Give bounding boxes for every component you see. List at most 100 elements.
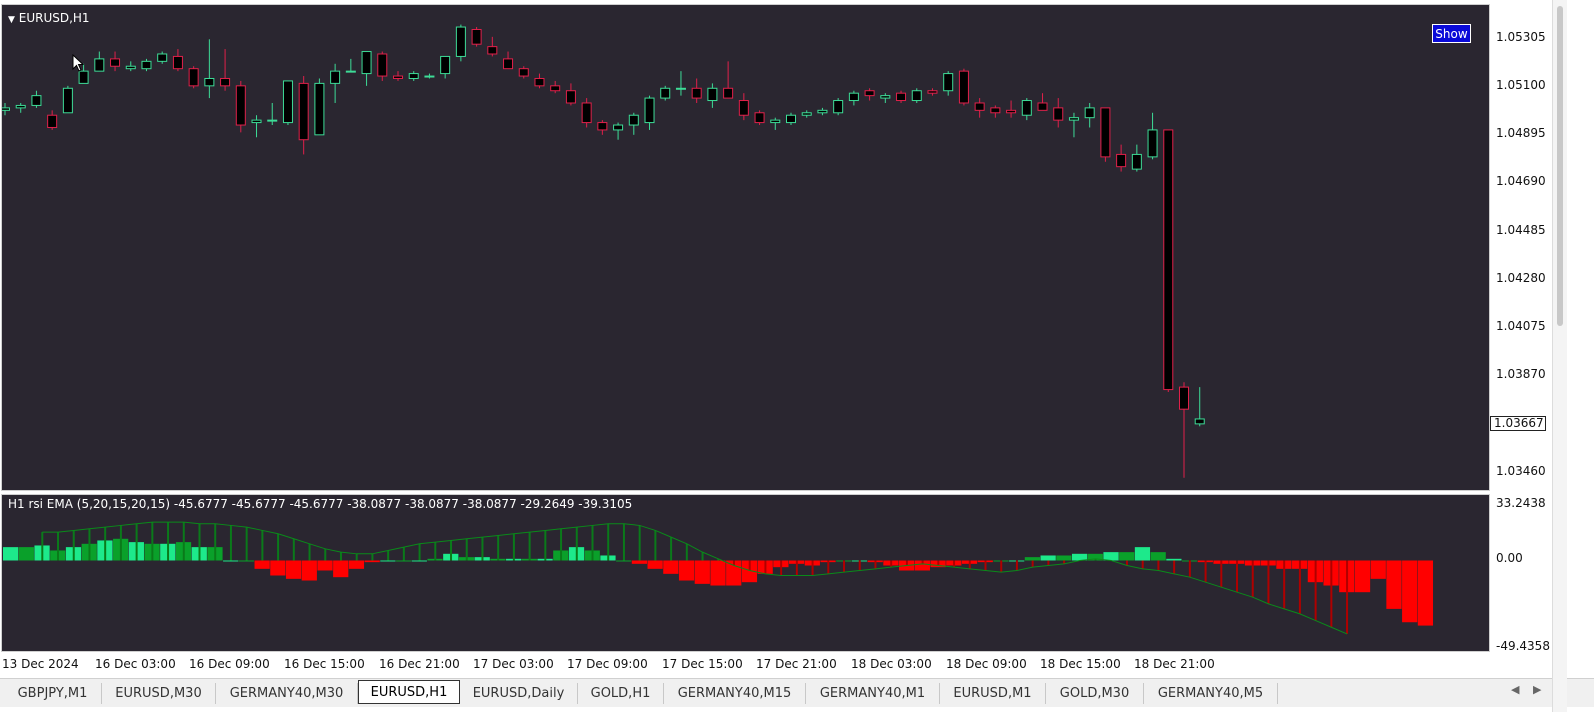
candle-body	[393, 75, 403, 79]
candle-body	[1084, 107, 1095, 119]
time-axis-label: 16 Dec 21:00	[379, 657, 460, 671]
tab-germany40-m15[interactable]: GERMANY40,M15	[664, 683, 806, 704]
candle-body	[314, 82, 325, 136]
price-axis-label: 1.04485	[1496, 223, 1546, 237]
candle-body	[754, 112, 765, 124]
histogram-bar	[1354, 560, 1371, 593]
histogram-bar	[694, 560, 710, 584]
scrollbar-thumb[interactable]	[1557, 6, 1563, 326]
candle	[141, 58, 152, 72]
candle	[235, 80, 246, 133]
candle-body	[723, 87, 734, 99]
mt-terminal-window: ▼ EURUSD,H1 Show 1.05305 1.05100 1.04895…	[0, 0, 1594, 726]
time-axis-label: 17 Dec 15:00	[662, 657, 743, 671]
indicator-pane[interactable]: H1 rsi EMA (5,20,15,20,15) -45.6777 -45.…	[1, 494, 1490, 652]
time-axis-label: 18 Dec 03:00	[851, 657, 932, 671]
candle	[1006, 100, 1017, 118]
candle-body	[770, 119, 781, 124]
indicator-axis-bottom: -49.4358	[1496, 639, 1550, 653]
tab-eurusd-m1[interactable]: EURUSD,M1	[940, 683, 1046, 704]
candle	[1068, 112, 1079, 138]
candle-body	[880, 95, 891, 99]
candle-body	[345, 70, 356, 73]
candle-body	[487, 46, 498, 55]
candle	[1100, 107, 1111, 162]
candle-body	[691, 87, 702, 99]
price-axis-label: 1.03870	[1496, 367, 1546, 381]
price-axis-label: 1.05305	[1496, 30, 1546, 44]
histogram-bar	[1024, 557, 1041, 561]
indicator-axis-top: 33.2438	[1496, 496, 1546, 510]
candle	[345, 58, 356, 73]
candle-body	[1037, 102, 1048, 111]
histogram-bar	[3, 547, 19, 561]
price-axis-label: 1.04280	[1496, 271, 1546, 285]
candle	[267, 102, 278, 126]
histogram-bar	[1370, 560, 1386, 579]
collapse-triangle-icon[interactable]: ▼	[8, 15, 15, 25]
tab-eurusd-h1[interactable]: EURUSD,H1	[358, 680, 460, 704]
price-axis-label: 1.04895	[1496, 126, 1546, 140]
histogram-bar	[348, 560, 365, 569]
candle	[298, 76, 309, 155]
candle-body	[125, 65, 136, 70]
candle	[204, 39, 215, 99]
candle-body	[833, 100, 844, 114]
histogram-bar	[1040, 555, 1056, 561]
price-chart-pane[interactable]: ▼ EURUSD,H1 Show	[1, 4, 1490, 491]
candle	[110, 51, 121, 72]
candle-body	[1100, 107, 1111, 158]
candle	[864, 88, 875, 101]
candle-body	[15, 104, 26, 109]
tab-scroll-right-icon[interactable]: ▶	[1533, 683, 1541, 696]
candle	[94, 51, 105, 72]
candle-body	[958, 70, 969, 104]
chart-symbol-title[interactable]: ▼ EURUSD,H1	[8, 11, 90, 25]
tab-germany40-m5[interactable]: GERMANY40,M5	[1144, 683, 1278, 704]
histogram-bar	[1134, 547, 1151, 561]
candle-body	[864, 90, 875, 97]
price-axis-label: 1.04690	[1496, 174, 1546, 188]
candle-body	[911, 90, 922, 102]
histogram-bar	[301, 560, 317, 581]
candle	[408, 71, 419, 81]
candle-body	[267, 119, 278, 122]
candle	[786, 112, 796, 126]
tab-eurusd-m30[interactable]: EURUSD,M30	[102, 683, 216, 704]
candle	[723, 61, 734, 99]
histogram-bar	[1103, 552, 1119, 561]
time-axis-label: 13 Dec 2024	[2, 657, 79, 671]
show-button[interactable]: Show	[1432, 24, 1471, 43]
histogram-bar	[631, 560, 648, 564]
candle-body	[455, 26, 466, 57]
candle	[990, 105, 1001, 118]
candle	[518, 66, 529, 79]
tab-scroll-left-icon[interactable]: ◀	[1511, 683, 1519, 696]
candle-body	[817, 109, 828, 114]
histogram-bar	[1119, 552, 1135, 561]
candle-body	[94, 58, 105, 72]
candle	[675, 71, 686, 96]
indicator-axis-zero: 0.00	[1496, 551, 1523, 565]
candle-body	[597, 122, 608, 131]
candle	[47, 110, 58, 130]
histogram-bar	[1386, 560, 1402, 609]
candle	[1163, 129, 1174, 393]
candle	[927, 88, 938, 96]
tab-germany40-m30[interactable]: GERMANY40,M30	[216, 683, 358, 704]
time-axis-label: 18 Dec 15:00	[1040, 657, 1121, 671]
tab-gold-m30[interactable]: GOLD,M30	[1046, 683, 1144, 704]
candle	[471, 27, 482, 47]
candle	[691, 78, 702, 103]
mouse-cursor-icon	[72, 54, 85, 72]
candle-body	[1068, 117, 1079, 121]
tab-germany40-m1[interactable]: GERMANY40,M1	[806, 683, 940, 704]
tab-gold-h1[interactable]: GOLD,H1	[578, 683, 664, 704]
candle-body	[251, 119, 262, 124]
candle	[896, 90, 907, 103]
candle-body	[550, 85, 561, 92]
histogram-bar	[380, 560, 396, 562]
candle	[503, 51, 514, 70]
tab-gbpjpy-m1[interactable]: GBPJPY,M1	[4, 683, 102, 704]
tab-eurusd-daily[interactable]: EURUSD,Daily	[460, 683, 578, 704]
